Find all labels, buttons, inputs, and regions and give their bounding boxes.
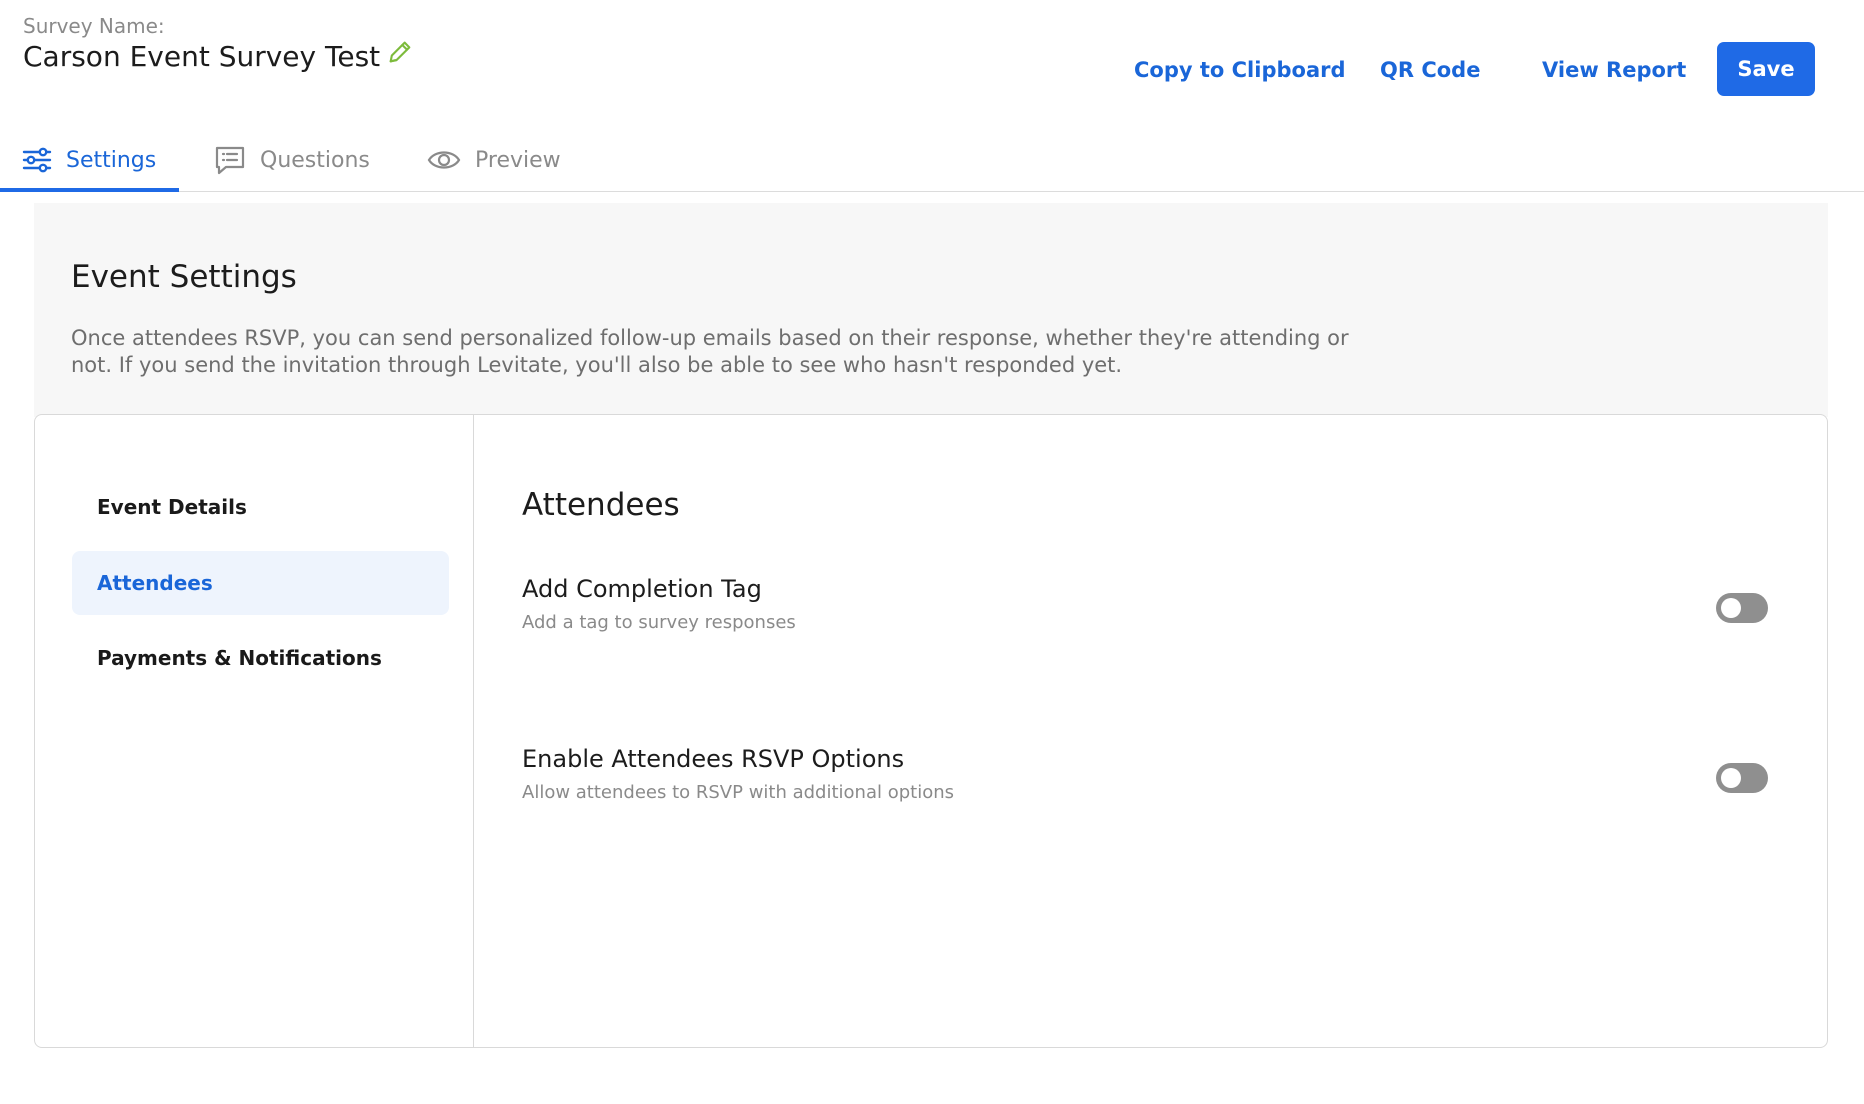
sliders-icon bbox=[22, 145, 52, 175]
card-divider bbox=[473, 415, 474, 1047]
tab-preview[interactable]: Preview bbox=[427, 128, 561, 192]
tab-settings-label: Settings bbox=[66, 147, 157, 173]
eye-icon bbox=[427, 145, 461, 175]
event-settings-description: Once attendees RSVP, you can send person… bbox=[71, 326, 1349, 377]
event-settings-panel: Event Settings Once attendees RSVP, you … bbox=[34, 203, 1828, 417]
completion-tag-subtitle: Add a tag to survey responses bbox=[522, 612, 796, 633]
view-report-button[interactable]: View Report bbox=[1542, 58, 1686, 82]
attendees-heading: Attendees bbox=[522, 487, 680, 523]
rsvp-options-toggle[interactable] bbox=[1716, 763, 1768, 793]
survey-name-label: Survey Name: bbox=[23, 14, 165, 38]
active-tab-indicator bbox=[0, 188, 179, 192]
tab-bar: Settings Questions Preview bbox=[0, 128, 1864, 192]
tab-questions-label: Questions bbox=[260, 147, 370, 173]
save-button[interactable]: Save bbox=[1717, 42, 1815, 96]
rsvp-options-subtitle: Allow attendees to RSVP with additional … bbox=[522, 782, 955, 803]
sidebar-item-attendees[interactable]: Attendees bbox=[72, 551, 449, 615]
survey-title: Carson Event Survey Test bbox=[23, 40, 381, 73]
tab-preview-label: Preview bbox=[475, 147, 561, 173]
pencil-icon[interactable] bbox=[386, 38, 414, 66]
tab-questions[interactable]: Questions bbox=[214, 128, 370, 192]
rsvp-options-title: Enable Attendees RSVP Options bbox=[522, 745, 905, 773]
qr-code-button[interactable]: QR Code bbox=[1380, 58, 1480, 82]
copy-to-clipboard-button[interactable]: Copy to Clipboard bbox=[1134, 58, 1346, 82]
tab-settings[interactable]: Settings bbox=[22, 128, 156, 192]
completion-tag-toggle[interactable] bbox=[1716, 593, 1768, 623]
event-settings-title: Event Settings bbox=[71, 259, 297, 295]
chat-list-icon bbox=[214, 144, 246, 176]
settings-card: Event Details Attendees Payments & Notif… bbox=[34, 414, 1828, 1048]
toggle-knob bbox=[1721, 768, 1741, 788]
completion-tag-title: Add Completion Tag bbox=[522, 575, 762, 603]
sidebar-item-event-details[interactable]: Event Details bbox=[72, 475, 449, 539]
toggle-knob bbox=[1721, 598, 1741, 618]
sidebar-item-payments-notifications[interactable]: Payments & Notifications bbox=[72, 626, 449, 690]
